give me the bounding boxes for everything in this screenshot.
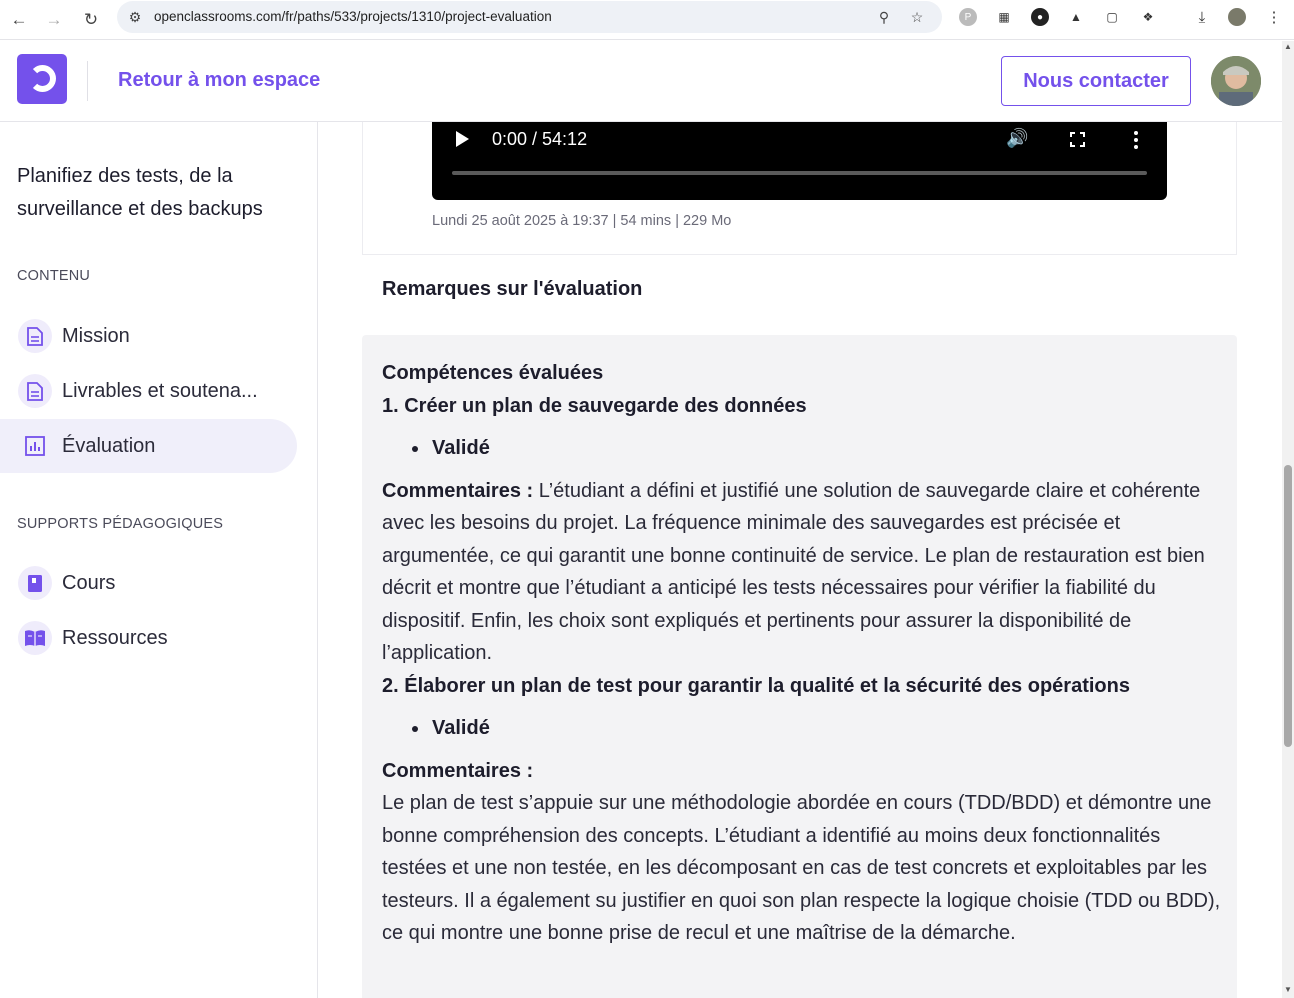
skills-heading: Compétences évaluées — [382, 362, 604, 384]
extension-shield-icon[interactable]: ▲ — [1067, 8, 1085, 26]
openclassrooms-logo[interactable] — [17, 54, 67, 104]
scroll-up-icon[interactable]: ▲ — [1284, 43, 1292, 51]
download-icon[interactable]: ⤓ — [1193, 8, 1211, 26]
video-time: 0:00 / 54:12 — [492, 129, 588, 149]
sidebar-item-label: Évaluation — [62, 434, 156, 457]
sidebar-item-label: Ressources — [62, 626, 168, 649]
menu-kebab-icon[interactable]: ⋮ — [1265, 8, 1283, 26]
document-icon — [18, 374, 52, 408]
fullscreen-icon[interactable] — [1070, 132, 1085, 147]
extension-bitwarden-icon[interactable]: ▢ — [1103, 8, 1121, 26]
skill-1-comment: Commentaires : L’étudiant a défini et ju… — [382, 475, 1227, 670]
user-avatar[interactable] — [1211, 56, 1261, 106]
scroll-thumb[interactable] — [1284, 465, 1292, 747]
sidebar-item-ressources[interactable]: Ressources — [0, 611, 297, 665]
remarks-title: Remarques sur l'évaluation — [382, 278, 643, 300]
profile-avatar-icon[interactable] — [1228, 8, 1246, 26]
skill-2-comment-text: Le plan de test s’appuie sur une méthodo… — [382, 792, 1221, 944]
scroll-down-icon[interactable]: ▼ — [1284, 986, 1292, 994]
sidebar-item-evaluation[interactable]: Évaluation — [0, 419, 297, 473]
recording-meta: Lundi 25 août 2025 à 19:37 | 54 mins | 2… — [432, 213, 732, 229]
comment-label: Commentaires : — [382, 759, 534, 782]
reload-icon[interactable]: ↻ — [78, 7, 104, 33]
sidebar: Planifiez des tests, de la surveillance … — [0, 122, 318, 998]
sidebar-item-label: Mission — [62, 324, 130, 347]
open-book-icon — [18, 621, 52, 655]
content-section-label: CONTENU — [17, 268, 91, 284]
address-bar[interactable]: ⚙ openclassrooms.com/fr/paths/533/projec… — [117, 1, 942, 33]
evaluation-content: Compétences évaluées 1. Créer un plan de… — [382, 357, 1227, 950]
extension-p-icon[interactable]: P — [959, 8, 977, 26]
more-options-icon[interactable] — [1134, 131, 1138, 152]
book-icon — [18, 566, 52, 600]
extensions-icon[interactable]: ❖ — [1139, 8, 1157, 26]
skill-2-title: 2. Élaborer un plan de test pour garanti… — [382, 674, 1130, 697]
evaluation-box: Compétences évaluées 1. Créer un plan de… — [362, 335, 1237, 998]
skill-1-status: Validé — [382, 432, 1227, 465]
sidebar-item-livrables[interactable]: Livrables et soutena... — [0, 364, 297, 418]
sidebar-item-mission[interactable]: Mission — [0, 309, 297, 363]
supports-section-label: SUPPORTS PÉDAGOGIQUES — [17, 516, 224, 532]
volume-icon[interactable]: 🔊 — [1006, 128, 1028, 149]
skill-1-title: 1. Créer un plan de sauvegarde des donné… — [382, 394, 807, 417]
bookmark-star-icon[interactable]: ☆ — [907, 7, 927, 27]
skill-1-comment-text: L’étudiant a défini et justifié une solu… — [382, 479, 1205, 665]
sidebar-item-label: Livrables et soutena... — [62, 379, 258, 402]
header-divider — [87, 61, 88, 101]
zoom-icon[interactable]: ⚲ — [874, 7, 894, 27]
video-player[interactable]: 0:00 / 54:12 🔊 — [432, 122, 1167, 200]
chart-icon — [18, 429, 52, 463]
sidebar-item-label: Cours — [62, 571, 116, 594]
skill-2-status: Validé — [382, 712, 1227, 745]
page-scrollbar[interactable]: ▲ ▼ — [1282, 41, 1294, 998]
play-icon[interactable] — [456, 131, 469, 147]
back-arrow-icon[interactable]: ← — [6, 7, 32, 33]
project-title: Planifiez des tests, de la surveillance … — [17, 165, 263, 220]
document-icon — [18, 319, 52, 353]
sidebar-item-cours[interactable]: Cours — [0, 556, 297, 610]
forward-arrow-icon[interactable]: → — [41, 7, 67, 33]
site-settings-icon[interactable]: ⚙ — [125, 7, 145, 27]
comment-label: Commentaires : — [382, 479, 534, 502]
main-content: 0:00 / 54:12 🔊 Lundi 25 août 2025 à 19:3… — [318, 122, 1282, 998]
contact-button[interactable]: Nous contacter — [1001, 56, 1191, 106]
video-progress-bar[interactable] — [452, 171, 1147, 175]
extension-puzzle-icon[interactable]: ▦ — [995, 8, 1013, 26]
app-header: Retour à mon espace Nous contacter — [0, 41, 1282, 122]
browser-toolbar: ← → ↻ ⚙ openclassrooms.com/fr/paths/533/… — [0, 0, 1294, 40]
back-to-space-link[interactable]: Retour à mon espace — [118, 69, 320, 92]
extension-dark-icon[interactable]: ● — [1031, 8, 1049, 26]
url-text: openclassrooms.com/fr/paths/533/projects… — [154, 9, 552, 24]
